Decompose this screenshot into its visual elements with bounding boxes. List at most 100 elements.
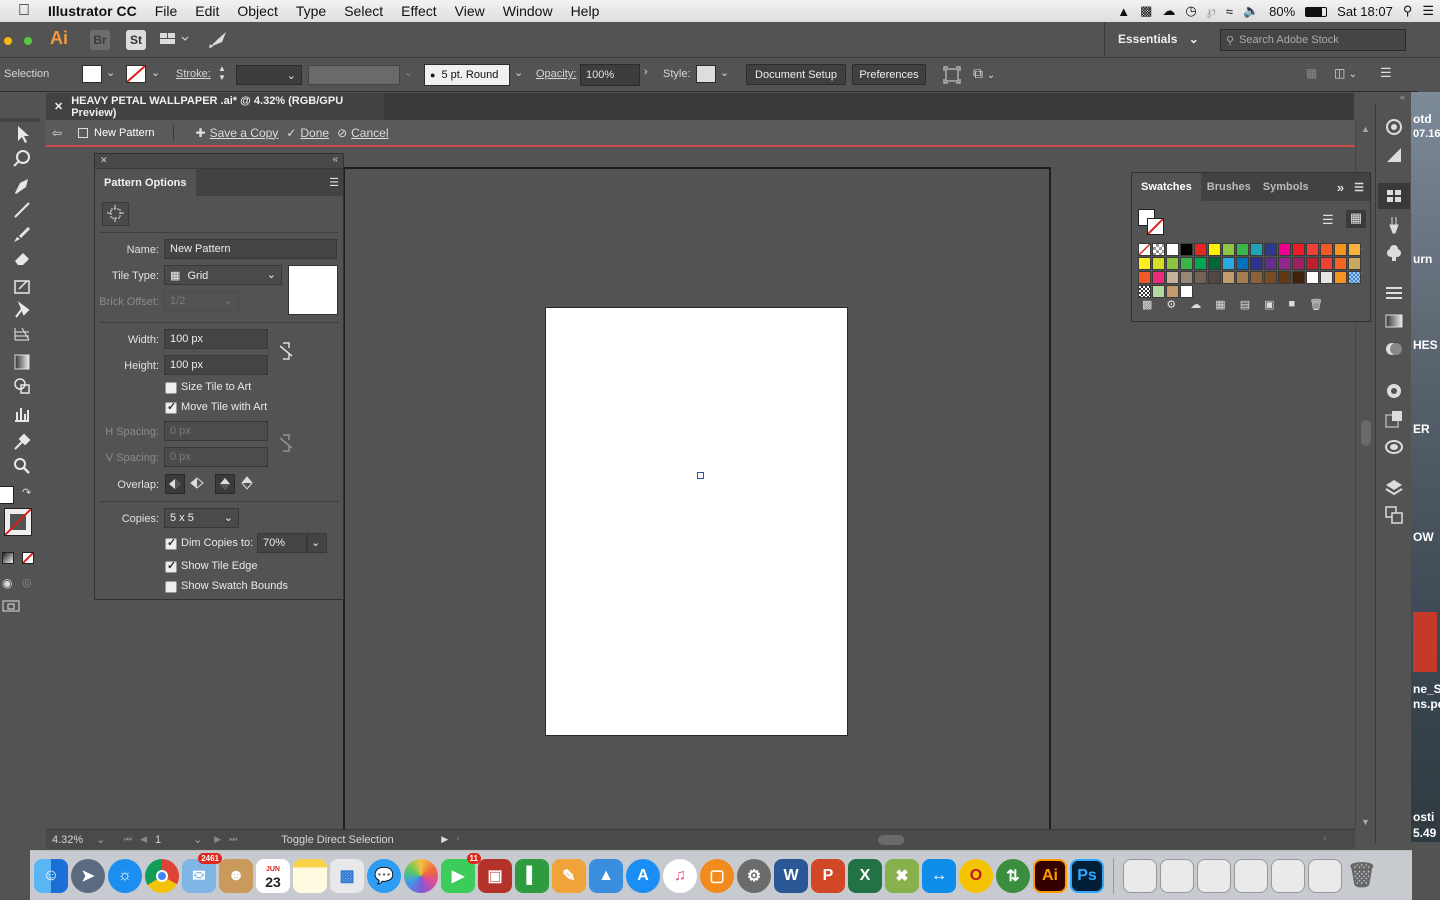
facetime-icon[interactable]: ▶ 11 xyxy=(441,852,481,893)
stroke-dropdown-chevron-icon[interactable]: ⌄ xyxy=(151,66,160,79)
selection-tool-icon[interactable] xyxy=(12,124,34,144)
swatch-cell[interactable] xyxy=(1208,243,1221,256)
apple-icon[interactable]:  xyxy=(0,2,39,20)
swatch-cell[interactable] xyxy=(1152,285,1165,298)
new-color-group-icon[interactable]: ▣ xyxy=(1264,298,1274,311)
horizontal-scrollbar[interactable]: ‹ › xyxy=(456,832,1326,848)
swatch-cell[interactable] xyxy=(1236,243,1249,256)
notes-icon[interactable] xyxy=(293,858,327,893)
swatch-cell[interactable] xyxy=(1138,285,1151,298)
swatch-cell[interactable] xyxy=(1334,243,1347,256)
status-tool-hint[interactable]: Toggle Direct Selection xyxy=(281,834,441,846)
exit-isolation-icon[interactable]: ⇦ xyxy=(52,126,68,140)
preferences-button[interactable]: Preferences xyxy=(852,64,926,85)
swatch-cell[interactable] xyxy=(1250,271,1263,284)
swatch-cell[interactable] xyxy=(1138,271,1151,284)
preview-icon[interactable]: ▩ xyxy=(330,858,364,893)
current-stroke-swatch[interactable] xyxy=(1147,218,1164,235)
draw-inside-icon[interactable]: ◎ xyxy=(22,576,32,589)
swatch-cell[interactable] xyxy=(1278,257,1291,270)
dim-copies-input[interactable]: 70% xyxy=(257,533,307,553)
display-icon[interactable]: ▩ xyxy=(1140,3,1152,19)
menu-file[interactable]: File xyxy=(146,3,187,19)
none-mode-icon[interactable] xyxy=(22,552,34,564)
menu-edit[interactable]: Edit xyxy=(186,3,228,19)
variable-width-profile[interactable] xyxy=(308,65,400,85)
move-tile-with-art-checkbox[interactable] xyxy=(165,400,177,414)
show-kinds-icon[interactable]: ▦ xyxy=(1215,298,1225,311)
graphic-styles-icon[interactable] xyxy=(1384,409,1404,429)
artboards-icon[interactable] xyxy=(1384,505,1404,525)
swatch-cell[interactable] xyxy=(1348,257,1361,270)
stock-button[interactable]: St xyxy=(126,30,146,50)
transform-icon[interactable]: ⧉ ⌄ xyxy=(973,65,1003,85)
stroke-color-box[interactable] xyxy=(4,508,32,536)
pattern-tile[interactable] xyxy=(545,307,848,736)
panel-menu-icon[interactable]: ☰ xyxy=(329,176,339,189)
creative-cloud-libraries-icon[interactable] xyxy=(1384,117,1404,137)
opera-icon[interactable]: O xyxy=(959,858,993,893)
magic-wand-tool-icon[interactable] xyxy=(12,148,34,168)
menu-type[interactable]: Type xyxy=(287,3,335,19)
scroll-up-icon[interactable]: ▲ xyxy=(1356,124,1375,134)
pattern-name-input[interactable]: New Pattern xyxy=(164,239,337,259)
vertical-scroll-thumb[interactable] xyxy=(1361,420,1371,446)
show-tile-edge-label[interactable]: Show Tile Edge xyxy=(181,560,257,572)
chrome-icon[interactable] xyxy=(145,858,179,893)
spotlight-icon[interactable]: ⚲ xyxy=(1403,3,1413,19)
pattern-tile-anchor[interactable] xyxy=(697,472,704,479)
menu-object[interactable]: Object xyxy=(228,3,286,19)
zoom-window-button[interactable] xyxy=(24,37,32,45)
show-swatch-bounds-checkbox[interactable] xyxy=(165,581,177,593)
app-store-icon[interactable]: A xyxy=(626,858,660,893)
free-transform-tool-icon[interactable] xyxy=(12,276,34,296)
swatch-cell[interactable] xyxy=(1138,257,1151,270)
scroll-right-icon[interactable]: › xyxy=(1323,833,1326,844)
swatch-cell[interactable] xyxy=(1166,257,1179,270)
swatch-cell[interactable] xyxy=(1152,257,1165,270)
properties-icon[interactable] xyxy=(1384,145,1404,165)
document-tab[interactable]: ✕ HEAVY PETAL WALLPAPER .ai* @ 4.32% (RG… xyxy=(46,93,384,120)
swatch-cell[interactable] xyxy=(1292,243,1305,256)
swatch-cell[interactable] xyxy=(1320,271,1333,284)
column-graph-tool-icon[interactable] xyxy=(12,404,34,424)
align-icon[interactable]: ▦ xyxy=(1306,66,1317,80)
swatch-cell[interactable] xyxy=(1348,271,1361,284)
overlap-bottom-in-front-button[interactable] xyxy=(238,474,258,494)
swatch-cell[interactable] xyxy=(1152,271,1165,284)
swatch-cell[interactable] xyxy=(1208,271,1221,284)
gradient-tool-icon[interactable] xyxy=(12,352,34,372)
notification-center-icon[interactable]: ☰ xyxy=(1422,3,1434,19)
status-menu-icon[interactable]: ▶ xyxy=(441,834,448,845)
mail-icon[interactable]: ✉ 2461 xyxy=(182,852,222,893)
calendar-icon[interactable]: JUN 23 xyxy=(256,858,290,893)
xquartz-icon[interactable]: ✖ xyxy=(885,858,919,893)
stack-2-icon[interactable] xyxy=(1160,858,1194,893)
swatch-cell[interactable] xyxy=(1306,243,1319,256)
teamviewer-icon[interactable]: ↔ xyxy=(922,858,956,893)
color-themes-icon[interactable] xyxy=(1384,437,1404,457)
menu-help[interactable]: Help xyxy=(562,3,609,19)
photos-icon[interactable] xyxy=(404,858,438,893)
swatch-options-icon[interactable]: ▤ xyxy=(1240,298,1250,311)
shape-builder-tool-icon[interactable] xyxy=(12,376,34,396)
profile-chevron-icon[interactable]: ⌄ xyxy=(404,66,413,79)
swap-fill-stroke-icon[interactable]: ↷ xyxy=(22,486,31,499)
close-tab-icon[interactable]: ✕ xyxy=(54,100,63,113)
stroke-label[interactable]: Stroke: xyxy=(176,68,211,80)
tab-symbols[interactable]: Symbols xyxy=(1257,181,1315,193)
grid-view-icon[interactable]: ▦ xyxy=(1346,210,1366,228)
stack-1-icon[interactable] xyxy=(1123,858,1157,893)
dim-copies-dropdown[interactable]: ⌄ xyxy=(307,533,327,553)
launchpad-icon[interactable]: ➤ xyxy=(71,858,105,893)
swatch-cell[interactable] xyxy=(1194,257,1207,270)
tab-swatches[interactable]: Swatches xyxy=(1132,173,1201,201)
ibooks-icon[interactable]: ▢ xyxy=(700,858,734,893)
illustrator-icon[interactable]: Ai xyxy=(1033,858,1067,893)
recolor-artwork-icon[interactable] xyxy=(943,66,961,84)
prev-artboard-icon[interactable]: ◀ xyxy=(140,834,147,845)
swatch-cell[interactable] xyxy=(1264,243,1277,256)
powerpoint-icon[interactable]: P xyxy=(811,858,845,893)
workspace-switcher[interactable]: Essentials ⌄ xyxy=(1118,32,1199,46)
swatches-dock-button-active[interactable] xyxy=(1378,183,1410,209)
